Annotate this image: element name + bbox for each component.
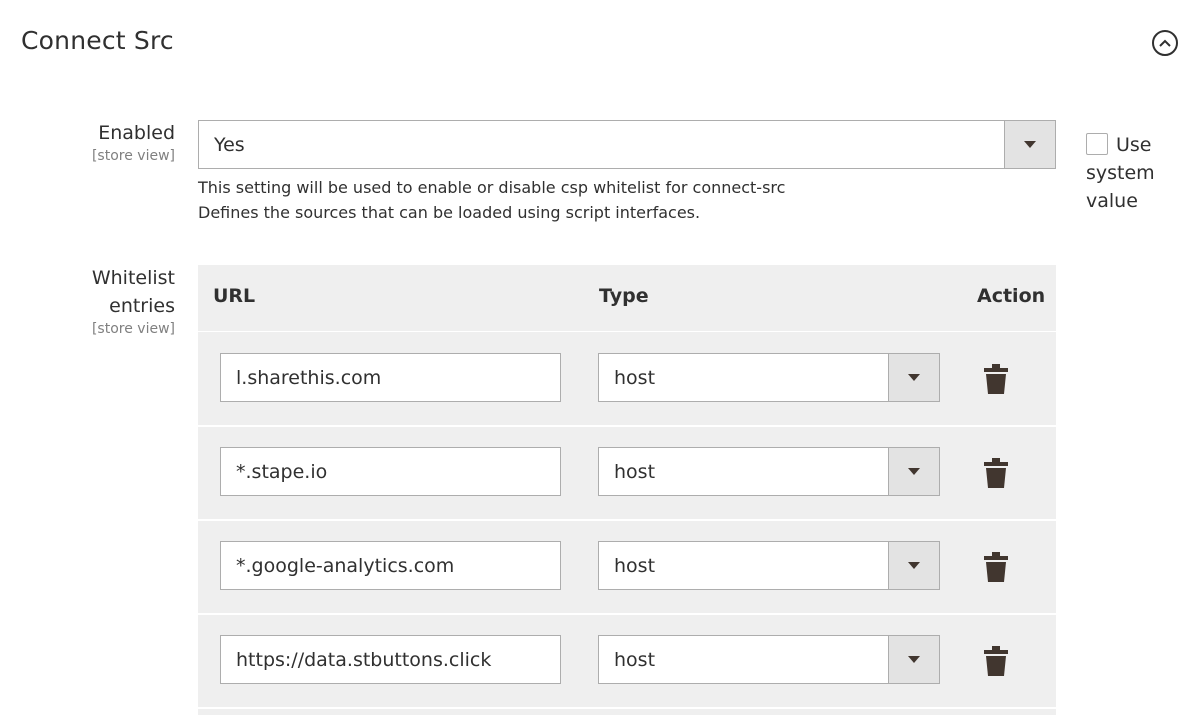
chevron-down-icon <box>908 468 920 475</box>
type-select[interactable]: host <box>598 353 940 402</box>
whitelist-scope: [store view] <box>91 321 175 337</box>
url-input[interactable]: *.google-analytics.com <box>220 541 561 590</box>
chevron-down-icon <box>908 656 920 663</box>
type-select-toggle[interactable] <box>888 354 939 401</box>
whitelist-label-text: Whitelist entries <box>91 267 175 317</box>
enabled-note-line2: Defines the sources that can be loaded u… <box>198 203 701 222</box>
section-title: Connect Src <box>21 26 174 55</box>
collapse-section-button[interactable] <box>1152 30 1178 56</box>
chevron-down-icon <box>908 562 920 569</box>
table-row: *.google-analytics.com host <box>198 520 1056 615</box>
enabled-select-toggle[interactable] <box>1004 121 1055 168</box>
column-header-action: Action <box>977 285 1046 307</box>
use-system-value-checkbox[interactable] <box>1086 133 1108 155</box>
type-select-toggle[interactable] <box>888 448 939 495</box>
chevron-down-icon <box>908 374 920 381</box>
table-row: https://data.stbuttons.click host <box>198 614 1056 709</box>
use-system-value[interactable]: Use system value <box>1086 131 1186 215</box>
enabled-scope: [store view] <box>91 148 175 164</box>
whitelist-table-header: URL Type Action <box>198 265 1056 332</box>
whitelist-label: Whitelist entries [store view] <box>75 264 175 338</box>
chevron-up-icon <box>1159 39 1171 47</box>
type-select-value: host <box>614 366 656 389</box>
enabled-label-text: Enabled <box>98 122 175 144</box>
type-select-value: host <box>614 460 656 483</box>
whitelist-table: URL Type Action l.sharethis.com host *.s… <box>198 265 1056 715</box>
table-row: l.sharethis.com host <box>198 332 1056 427</box>
type-select-value: host <box>614 648 656 671</box>
trash-icon[interactable] <box>984 364 1008 394</box>
type-select-toggle[interactable] <box>888 542 939 589</box>
trash-icon[interactable] <box>984 552 1008 582</box>
type-select[interactable]: host <box>598 635 940 684</box>
url-input[interactable]: l.sharethis.com <box>220 353 561 402</box>
type-select[interactable]: host <box>598 447 940 496</box>
type-select-toggle[interactable] <box>888 636 939 683</box>
trash-icon[interactable] <box>984 646 1008 676</box>
enabled-note-line1: This setting will be used to enable or d… <box>198 178 786 197</box>
url-input[interactable]: https://data.stbuttons.click <box>220 635 561 684</box>
enabled-label: Enabled [store view] <box>92 119 175 165</box>
trash-icon[interactable] <box>984 458 1008 488</box>
type-select-value: host <box>614 554 656 577</box>
url-input[interactable]: *.stape.io <box>220 447 561 496</box>
chevron-down-icon <box>1024 141 1036 148</box>
enabled-select-value: Yes <box>214 133 245 156</box>
type-select[interactable]: host <box>598 541 940 590</box>
column-header-type: Type <box>599 285 649 307</box>
column-header-url: URL <box>213 285 256 307</box>
enabled-select[interactable]: Yes <box>198 120 1056 169</box>
table-row: *.stape.io host <box>198 426 1056 521</box>
